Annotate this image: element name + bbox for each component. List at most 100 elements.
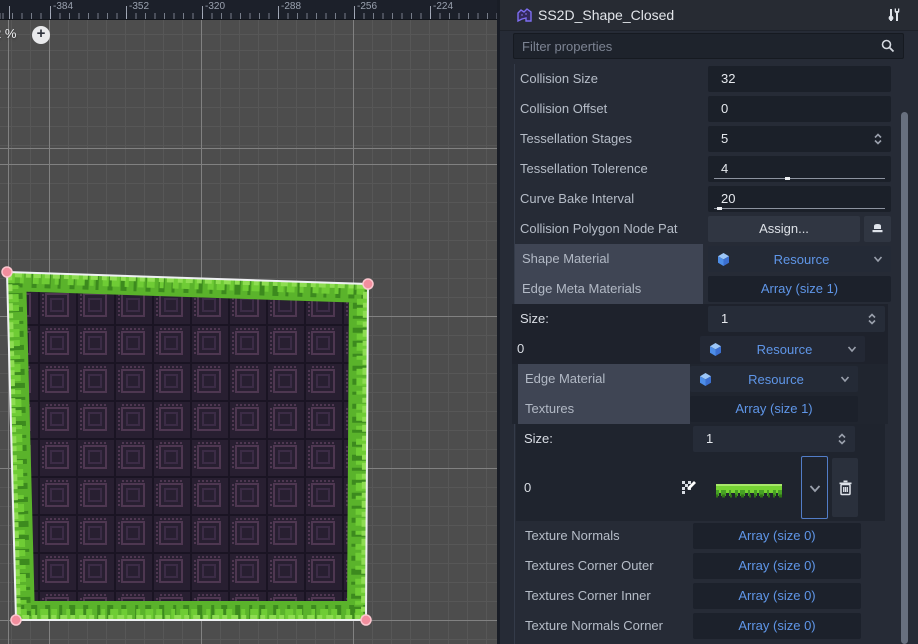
array-size-row: Size: 1 bbox=[516, 424, 885, 454]
field-value: 1 bbox=[706, 431, 713, 446]
search-icon bbox=[880, 38, 896, 54]
property-row-collision-polygon-node-path: Collision Polygon Node Pat Assign... bbox=[500, 214, 918, 244]
property-row-tessellation-tolerence: Tessellation Tolerence 4 bbox=[500, 154, 918, 184]
resource-cube-icon bbox=[698, 372, 713, 387]
property-list: Collision Size 32 Collision Offset 0 Tes… bbox=[500, 64, 918, 641]
chevron-down-icon bbox=[872, 253, 884, 265]
chevron-down-icon bbox=[846, 343, 858, 355]
resource-cube-icon bbox=[708, 342, 723, 357]
texture-normals-corner-array-button[interactable]: Array (size 0) bbox=[693, 613, 861, 639]
zoom-plus-button[interactable]: + bbox=[32, 26, 50, 44]
pick-node-button[interactable] bbox=[864, 216, 891, 242]
texture-dropdown-button[interactable] bbox=[801, 456, 828, 519]
ruler-label: -256 bbox=[357, 1, 377, 12]
field-value: 1 bbox=[721, 311, 728, 326]
point-handle[interactable] bbox=[2, 267, 12, 277]
canvas-viewport[interactable]: -384 -352 -320 -288 -256 -224 bbox=[0, 0, 497, 644]
property-row-texture-normals-corner: Texture Normals Corner Array (size 0) bbox=[500, 611, 918, 641]
array-size-label: Size: bbox=[520, 304, 549, 334]
array-element-row: 0 Resource bbox=[512, 334, 888, 364]
grass-texture-preview[interactable] bbox=[716, 483, 782, 499]
shape-node[interactable] bbox=[0, 20, 497, 644]
property-label: Textures bbox=[525, 394, 574, 424]
property-row-shape-material: Shape Material Resource bbox=[500, 244, 918, 274]
texture-normals-array-button[interactable]: Array (size 0) bbox=[693, 523, 861, 549]
collision-size-field[interactable]: 32 bbox=[708, 66, 891, 92]
textures-corner-inner-array-button[interactable]: Array (size 0) bbox=[693, 583, 861, 609]
resource-cube-icon bbox=[716, 252, 731, 267]
property-row-edge-material: Edge Material Resource bbox=[512, 364, 888, 394]
ruler-major-ticks bbox=[0, 6, 497, 19]
chevron-down-icon bbox=[808, 484, 822, 494]
tools-icon[interactable] bbox=[886, 7, 902, 23]
slider-track bbox=[714, 178, 885, 179]
slider-grabber[interactable] bbox=[717, 207, 722, 210]
scrollbar-grabber[interactable] bbox=[901, 112, 908, 644]
element-resource-dropdown[interactable]: Resource bbox=[700, 336, 865, 362]
godot-editor: -384 -352 -320 -288 -256 -224 bbox=[0, 0, 918, 644]
inspector-scrollbar[interactable] bbox=[901, 62, 908, 644]
shape-node-icon bbox=[516, 7, 533, 24]
slider-track bbox=[714, 208, 885, 209]
array-index-label: 0 bbox=[524, 454, 531, 521]
spinner-updown-icon[interactable] bbox=[865, 312, 879, 326]
array-size-row: Size: 1 bbox=[512, 304, 888, 334]
point-handle[interactable] bbox=[363, 279, 373, 289]
property-label: Texture Normals bbox=[525, 521, 620, 551]
inspector-panel: SS2D_Shape_Closed Collision Size 32 bbox=[497, 0, 918, 644]
ruler-label: -384 bbox=[53, 1, 73, 12]
ruler-label: -224 bbox=[433, 1, 453, 12]
filter-properties-input[interactable] bbox=[522, 34, 853, 58]
textures-corner-outer-array-button[interactable]: Array (size 0) bbox=[693, 553, 861, 579]
property-row-textures-corner-inner: Textures Corner Inner Array (size 0) bbox=[500, 581, 918, 611]
resource-value: Resource bbox=[723, 342, 846, 357]
ruler-label: -288 bbox=[281, 1, 301, 12]
point-handle[interactable] bbox=[11, 615, 21, 625]
property-label: Curve Bake Interval bbox=[520, 184, 634, 214]
delete-texture-button[interactable] bbox=[832, 458, 858, 517]
resource-value: Resource bbox=[731, 252, 872, 267]
edge-meta-materials-array-button[interactable]: Array (size 1) bbox=[708, 276, 891, 302]
resource-value: Resource bbox=[713, 372, 839, 387]
array-size-label: Size: bbox=[524, 424, 553, 454]
property-label: Edge Meta Materials bbox=[522, 274, 641, 304]
inspector-title: SS2D_Shape_Closed bbox=[538, 7, 674, 23]
property-row-curve-bake-interval: Curve Bake Interval 20 bbox=[500, 184, 918, 214]
spinner-updown-icon[interactable] bbox=[871, 132, 885, 146]
ruler-label: -352 bbox=[129, 1, 149, 12]
tessellation-tolerence-slider[interactable]: 4 bbox=[708, 156, 891, 182]
property-label: Textures Corner Outer bbox=[525, 551, 654, 581]
zoom-percentage: 2 % bbox=[0, 26, 16, 41]
property-row-tessellation-stages: Tessellation Stages 5 bbox=[500, 124, 918, 154]
curve-bake-interval-slider[interactable]: 20 bbox=[708, 186, 891, 212]
slider-grabber[interactable] bbox=[785, 177, 790, 180]
textures-array-button[interactable]: Array (size 1) bbox=[690, 396, 858, 422]
array-size-field[interactable]: 1 bbox=[708, 306, 885, 332]
property-row-textures: Textures Array (size 1) bbox=[512, 394, 888, 424]
property-row-edge-meta-materials: Edge Meta Materials Array (size 1) bbox=[500, 274, 918, 304]
assign-button[interactable]: Assign... bbox=[708, 216, 860, 242]
property-row-collision-offset: Collision Offset 0 bbox=[500, 94, 918, 124]
filter-bar bbox=[513, 33, 904, 59]
array-index-label: 0 bbox=[517, 334, 524, 364]
shape-fill bbox=[7, 272, 368, 620]
field-value: 20 bbox=[721, 191, 735, 206]
shape-material-dropdown[interactable]: Resource bbox=[708, 246, 891, 272]
array-size-field[interactable]: 1 bbox=[693, 426, 855, 452]
field-value: 4 bbox=[721, 161, 728, 176]
property-label: Tessellation Tolerence bbox=[520, 154, 648, 184]
trash-icon bbox=[838, 480, 853, 496]
subresource-plate: Edge Meta Materials bbox=[515, 274, 703, 304]
property-label: Texture Normals Corner bbox=[525, 611, 663, 641]
edge-material-dropdown[interactable]: Resource bbox=[690, 366, 858, 392]
point-handle[interactable] bbox=[361, 615, 371, 625]
property-row-collision-size: Collision Size 32 bbox=[500, 64, 918, 94]
canvas-grid[interactable]: 2 % + bbox=[0, 20, 497, 644]
spinner-updown-icon[interactable] bbox=[835, 432, 849, 446]
collision-offset-field[interactable]: 0 bbox=[708, 96, 891, 122]
tessellation-stages-field[interactable]: 5 bbox=[708, 126, 891, 152]
edit-image-icon[interactable] bbox=[681, 480, 696, 495]
property-label: Edge Material bbox=[525, 364, 605, 394]
property-label: Textures Corner Inner bbox=[525, 581, 651, 611]
property-label: Shape Material bbox=[522, 244, 609, 274]
